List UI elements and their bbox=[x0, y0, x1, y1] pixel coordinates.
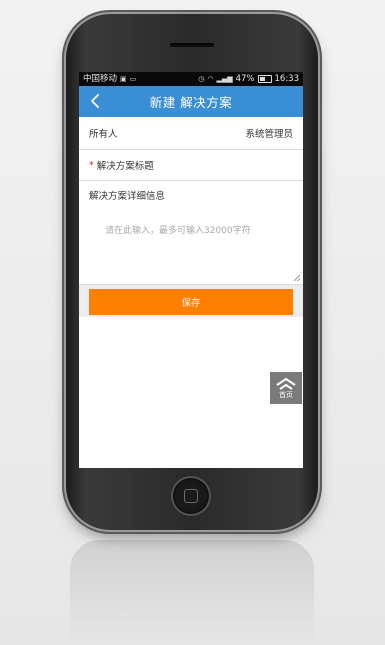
notification-keyboard-icon: ▭ bbox=[129, 75, 137, 83]
battery-percent: 47% bbox=[235, 74, 255, 84]
home-label: 首页 bbox=[279, 390, 293, 399]
textarea-resize-grip-icon[interactable] bbox=[294, 275, 300, 281]
back-chevron-icon[interactable] bbox=[87, 92, 105, 110]
app-screen: 中国移动 ▣ ▭ ◷ ◠ ▂▄▆ 47% 16:33 新建 解决方案 所有人 系… bbox=[79, 72, 303, 468]
save-button[interactable]: 保存 bbox=[89, 289, 293, 315]
carrier-name: 中国移动 bbox=[83, 74, 118, 84]
alarm-icon: ◷ bbox=[198, 75, 205, 83]
solution-detail-placeholder[interactable]: 请在此输入，最多可输入32000字符 bbox=[105, 223, 251, 236]
owner-value: 系统管理员 bbox=[245, 129, 293, 140]
owner-label: 所有人 bbox=[89, 129, 118, 140]
wifi-icon: ◠ bbox=[207, 75, 214, 83]
hardware-home-button[interactable] bbox=[173, 478, 209, 514]
earpiece-speaker bbox=[170, 43, 214, 47]
solution-detail-field[interactable]: 解决方案详细信息 请在此输入，最多可输入32000字符 bbox=[79, 181, 303, 285]
phone-reflection bbox=[70, 540, 314, 645]
status-bar: 中国移动 ▣ ▭ ◷ ◠ ▂▄▆ 47% 16:33 bbox=[79, 72, 303, 86]
solution-detail-label: 解决方案详细信息 bbox=[89, 191, 166, 202]
title-bar: 新建 解决方案 bbox=[79, 86, 303, 117]
solution-title-label: 解决方案标题 bbox=[96, 161, 154, 172]
signal-icon: ▂▄▆ bbox=[216, 75, 233, 83]
home-chevron-icon bbox=[276, 377, 296, 390]
owner-row[interactable]: 所有人 系统管理员 bbox=[79, 117, 303, 150]
required-mark: * bbox=[89, 159, 94, 171]
save-bar: 保存 bbox=[79, 285, 303, 317]
notification-image-icon: ▣ bbox=[120, 75, 127, 83]
solution-title-field[interactable]: * 解决方案标题 bbox=[79, 150, 303, 181]
clock: 16:33 bbox=[274, 74, 300, 84]
battery-icon bbox=[257, 75, 272, 83]
page-title: 新建 解决方案 bbox=[149, 95, 233, 110]
home-floating-button[interactable]: 首页 bbox=[270, 372, 302, 404]
